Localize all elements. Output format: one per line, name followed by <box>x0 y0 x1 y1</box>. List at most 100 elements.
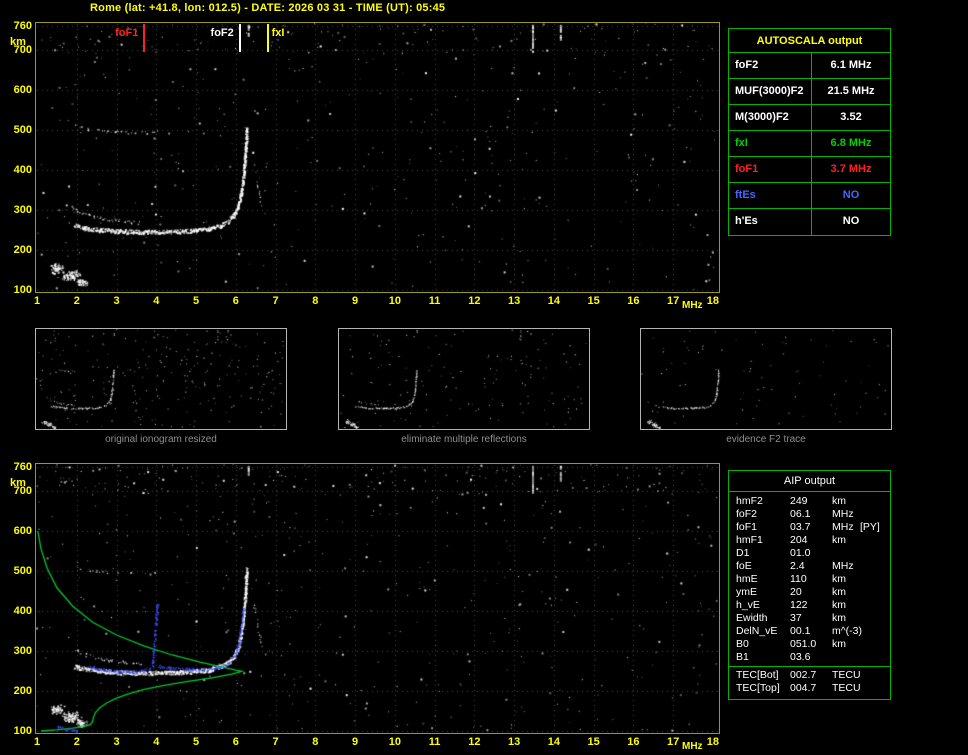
autoscala-param-label: foF2 <box>729 53 812 78</box>
aip-param-value: 01.0 <box>790 547 811 559</box>
aip-param-value: 37 <box>790 612 802 624</box>
autoscala-param-label: foF1 <box>729 157 812 182</box>
aip-param-label: Ewidth <box>736 612 768 624</box>
thumbnail-original-ionogram <box>35 328 287 430</box>
aip-param-value: 2.4 <box>790 560 805 572</box>
autoscala-param-value: 6.1 MHz <box>830 59 872 71</box>
x-axis-tick-label: 13 <box>507 295 521 307</box>
x-axis-tick-label: 1 <box>33 295 41 307</box>
aip-param-unit: MHz <box>832 521 854 533</box>
aip-param-unit: TECU <box>832 682 861 694</box>
aip-param-label: hmF1 <box>736 534 763 546</box>
thumbnail-caption-original: original ionogram resized <box>105 434 217 445</box>
aip-param-unit: MHz <box>832 508 854 520</box>
x-axis-tick-label: 16 <box>627 736 640 748</box>
thumbnail-f2-trace-canvas <box>641 329 891 429</box>
profile-plot <box>35 463 720 734</box>
autoscala-param-label: MUF(3000)F2 <box>729 79 812 104</box>
x-axis-tick-label: 11 <box>428 295 441 307</box>
marker-label-fof2: foF2 <box>210 27 234 39</box>
x-axis-tick-label: 4 <box>153 295 160 307</box>
aip-table-row: B1 03.6 <box>729 651 890 664</box>
aip-param-unit: km <box>832 495 846 507</box>
autoscala-table-row: foF1 3.7 MHz <box>729 157 890 183</box>
x-axis-tick-label: 3 <box>113 736 120 748</box>
aip-table-title: AIP output <box>729 471 890 492</box>
ionogram-canvas <box>36 23 719 292</box>
aip-param-unit: km <box>832 534 846 546</box>
x-axis-tick-label: 3 <box>113 295 120 307</box>
autoscala-param-label: fxI <box>729 131 812 156</box>
aip-table-row: DelN_vE 00.1 m^(-3) <box>729 625 890 638</box>
ionogram-plot <box>35 22 720 293</box>
autoscala-param-value: 3.7 MHz <box>830 163 872 175</box>
aip-table-row: D1 01.0 <box>729 547 890 560</box>
x-axis-tick-label: 15 <box>587 736 600 748</box>
aip-param-value: 122 <box>790 599 808 611</box>
autoscala-param-label: ftEs <box>729 183 812 208</box>
y-axis-tick-label: 760 <box>13 20 32 32</box>
x-axis-tick-label: 5 <box>192 736 200 748</box>
profile-canvas <box>36 464 719 733</box>
aip-table-row: Ewidth 37 km <box>729 612 890 625</box>
thumbnail-caption-f2-trace: evidence F2 trace <box>726 434 806 445</box>
x-axis-tick-label: 11 <box>428 736 441 748</box>
aip-table-row: h_vE 122 km <box>729 599 890 612</box>
x-axis-tick-label: 2 <box>73 295 80 307</box>
thumbnail-f2-trace <box>640 328 892 430</box>
aip-param-label: ymE <box>736 586 757 598</box>
autoscala-output-table: AUTOSCALA output foF2 6.1 MHz MUF(3000)F2 2… <box>728 28 891 236</box>
y-axis-tick-label: 400 <box>13 605 32 617</box>
y-axis-tick-label: 500 <box>13 565 32 577</box>
aip-param-label: TEC[Top] <box>736 682 780 694</box>
x-axis-unit-label: MHz <box>682 300 703 311</box>
autoscala-table-row: M(3000)F2 3.52 <box>729 105 890 131</box>
aip-param-value: 204 <box>790 534 808 546</box>
y-axis-tick-label: 500 <box>13 124 32 136</box>
x-axis-tick-label: 7 <box>272 295 279 307</box>
x-axis-tick-label: 12 <box>468 295 481 307</box>
x-axis-tick-label: 9 <box>352 736 359 748</box>
x-axis-tick-label: 5 <box>192 295 200 307</box>
x-axis-tick-label: 17 <box>667 295 680 307</box>
aip-param-label: B0 <box>736 638 749 650</box>
aip-param-value: 110 <box>790 573 807 585</box>
aip-table-row: ymE 20 km <box>729 586 890 599</box>
aip-param-value: 249 <box>790 495 808 507</box>
autoscala-param-value: NO <box>842 215 860 227</box>
x-axis-unit-label: MHz <box>682 741 703 752</box>
aip-table-row: hmF2 249 km <box>729 495 890 508</box>
aip-param-unit: km <box>832 612 846 624</box>
x-axis-tick-label: 6 <box>232 736 239 748</box>
aip-tec-rows: TEC[Bot] 002.7 TECU TEC[Top] 004.7 TECU <box>729 669 890 695</box>
x-axis-tick-label: 17 <box>667 736 680 748</box>
x-axis-tick-label: 15 <box>587 295 600 307</box>
x-axis-tick-label: 12 <box>468 736 481 748</box>
marker-label-fof1: foF1 <box>115 27 139 39</box>
aip-param-label: DelN_vE <box>736 625 778 637</box>
autoscala-app-window: Rome (lat: +41.8, lon: 012.5) - DATE: 20… <box>0 0 968 755</box>
aip-param-label: hmF2 <box>736 495 763 507</box>
autoscala-table-row: h'Es NO <box>729 209 890 235</box>
aip-table-row: hmF1 204 km <box>729 534 890 547</box>
x-axis-tick-label: 8 <box>312 295 319 307</box>
y-axis-tick-label: 200 <box>13 244 32 256</box>
x-axis-tick-label: 9 <box>352 295 359 307</box>
autoscala-param-value: 21.5 MHz <box>827 85 875 97</box>
y-axis-tick-label: 200 <box>13 685 32 697</box>
autoscala-param-label: M(3000)F2 <box>729 105 812 130</box>
aip-param-value: 06.1 <box>790 508 811 520</box>
autoscala-param-value: 3.52 <box>840 111 862 123</box>
x-axis-tick-label: 7 <box>272 736 279 748</box>
aip-param-label: hmE <box>736 573 758 585</box>
autoscala-table-rows: foF2 6.1 MHz MUF(3000)F2 21.5 MHz M(3000)F2 3… <box>729 53 890 235</box>
y-axis-unit-label: km <box>10 36 26 48</box>
x-axis-tick-label: 14 <box>547 736 560 748</box>
x-axis-tick-label: 10 <box>388 295 401 307</box>
y-axis-tick-label: 300 <box>13 204 32 216</box>
y-axis-tick-label: 300 <box>13 645 32 657</box>
x-axis-tick-label: 8 <box>312 736 319 748</box>
thumbnail-no-multiples-canvas <box>339 329 589 429</box>
station-datetime-title: Rome (lat: +41.8, lon: 012.5) - DATE: 20… <box>90 2 446 14</box>
x-axis-tick-label: 2 <box>73 736 80 748</box>
